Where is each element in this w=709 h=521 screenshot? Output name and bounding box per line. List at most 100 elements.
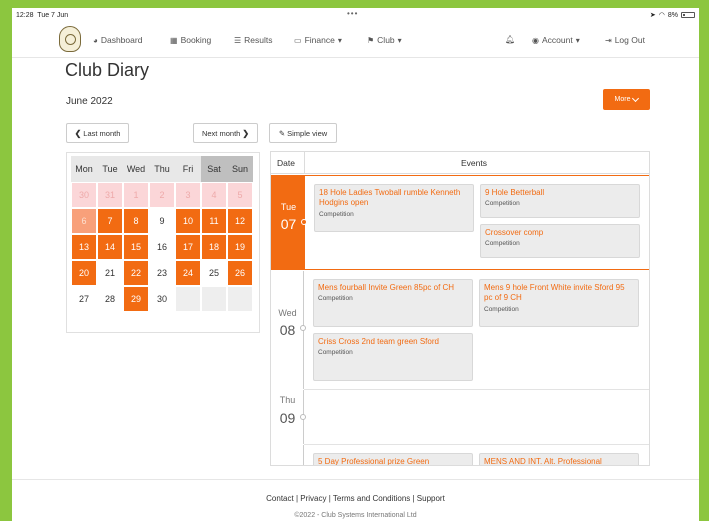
weekday-label: Thu <box>279 395 296 405</box>
caret-down-icon: ▾ <box>397 35 402 45</box>
nav-booking-label: Booking <box>180 35 212 45</box>
calendar-day[interactable]: 31 <box>97 182 123 208</box>
nav-dashboard[interactable]: ◕ Dashboard <box>93 35 142 45</box>
calendar-day[interactable]: 1 <box>123 182 149 208</box>
next-month-label: Next month <box>201 128 241 138</box>
weekday-label: Tue <box>280 202 297 212</box>
footer-copyright: ©2022 - Club Systems International Ltd <box>294 512 417 519</box>
nav-logout[interactable]: ⇥ Log Out <box>605 35 645 45</box>
footer-privacy-link[interactable]: Privacy <box>300 494 326 503</box>
calendar-day[interactable]: 23 <box>149 260 175 286</box>
simple-view-button[interactable]: ✎ Simple view <box>269 123 337 143</box>
event-title: Crossover comp <box>485 228 544 237</box>
pencil-icon: ✎ <box>278 128 286 138</box>
day-row: 5 Day Professional prize Green MENS AND … <box>271 445 649 466</box>
last-month-label: Last month <box>83 128 121 138</box>
calendar-day[interactable]: 12 <box>227 208 253 234</box>
calendar-day[interactable]: 19 <box>227 234 253 260</box>
top-navbar: ◕ Dashboard ▦ Booking ☰ Results ▭ Financ… <box>12 22 699 58</box>
nav-results[interactable]: ☰ Results <box>234 35 273 45</box>
event-card[interactable]: Mens fourball Invite Green 85pc of CH Co… <box>313 279 473 327</box>
calendar-day[interactable]: 14 <box>97 234 123 260</box>
simple-view-label: Simple view <box>287 128 328 138</box>
day-row: Thu 09 <box>271 390 649 444</box>
event-card[interactable]: Criss Cross 2nd team green Sford Competi… <box>313 333 473 381</box>
timeline-dot <box>300 325 306 331</box>
event-card[interactable]: 9 Hole Betterball Competition <box>480 184 640 218</box>
timeline-dot <box>301 219 307 225</box>
nav-account[interactable]: ◉ Account ▾ <box>532 35 580 45</box>
calendar-day[interactable]: 20 <box>71 260 97 286</box>
event-card[interactable]: Crossover comp Competition <box>480 224 640 258</box>
event-category: Competition <box>485 240 520 248</box>
calendar-day[interactable]: 5 <box>227 182 253 208</box>
status-right: ➤ ◠ 8% <box>650 11 695 19</box>
nav-finance-label: Finance <box>304 35 335 45</box>
calendar-day[interactable]: 22 <box>123 260 149 286</box>
calendar-day[interactable]: 27 <box>71 286 97 312</box>
events-table-header: Date Events <box>271 152 649 174</box>
chevron-left-icon: ❮ <box>74 128 82 138</box>
nav-dashboard-label: Dashboard <box>100 35 143 45</box>
more-dropdown-button[interactable]: More <box>603 89 650 110</box>
calendar-day[interactable]: 24 <box>175 260 201 286</box>
footer-terms-link[interactable]: Terms and Conditions <box>333 494 410 503</box>
caret-down-icon: ▾ <box>575 35 580 45</box>
nav-booking[interactable]: ▦ Booking <box>170 35 211 45</box>
multitask-dots[interactable]: ••• <box>347 9 358 18</box>
calendar-day[interactable]: 25 <box>201 260 227 286</box>
credit-card-icon: ▭ <box>294 35 302 45</box>
page-title: Club Diary <box>65 60 150 80</box>
nav-club-label: Club <box>377 35 395 45</box>
last-month-button[interactable]: ❮ Last month <box>66 123 129 143</box>
next-month-button[interactable]: Next month ❯ <box>193 123 258 143</box>
calendar-day[interactable]: 30 <box>71 182 97 208</box>
battery-percent: 8% <box>667 11 678 19</box>
calendar-day[interactable]: 13 <box>71 234 97 260</box>
event-card[interactable]: 5 Day Professional prize Green <box>313 453 473 465</box>
footer-contact-link[interactable]: Contact <box>266 494 294 503</box>
calendar-day[interactable]: 21 <box>97 260 123 286</box>
calendar-day[interactable]: 3 <box>175 182 201 208</box>
calendar-day[interactable]: 30 <box>149 286 175 312</box>
calendar-day[interactable]: 4 <box>201 182 227 208</box>
calendar-day[interactable]: 2 <box>149 182 175 208</box>
event-card[interactable]: 18 Hole Ladies Twoball rumble Kenneth Ho… <box>314 184 474 232</box>
status-time: 12:28 <box>16 11 34 19</box>
chevron-right-icon: ❯ <box>242 128 250 138</box>
nav-finance[interactable]: ▭ Finance ▾ <box>294 35 342 45</box>
calendar-day[interactable]: 18 <box>201 234 227 260</box>
calendar-day[interactable]: 7 <box>97 208 123 234</box>
calendar-weekday-header: Mon <box>71 156 97 182</box>
calendar-day[interactable]: 9 <box>149 208 175 234</box>
calendar-day[interactable]: 17 <box>175 234 201 260</box>
nav-logout-label: Log Out <box>614 35 645 45</box>
calendar-day[interactable]: 26 <box>227 260 253 286</box>
event-title: 18 Hole Ladies Twoball rumble Kenneth Ho… <box>319 188 461 208</box>
club-crest-logo[interactable] <box>59 26 81 52</box>
calendar-day[interactable]: 16 <box>149 234 175 260</box>
header-divider <box>304 152 305 174</box>
calendar-day[interactable]: 29 <box>123 286 149 312</box>
bell-icon: 🔔︎ <box>505 35 516 44</box>
calendar-weekday-header: Tue <box>97 156 123 182</box>
day-row-today: Tue 07 18 Hole Ladies Twoball rumble Ken… <box>271 175 649 270</box>
calendar-day[interactable]: 10 <box>175 208 201 234</box>
event-title: MENS AND INT. Alt. Professional <box>484 457 602 466</box>
calendar-day[interactable]: 15 <box>123 234 149 260</box>
event-card[interactable]: Mens 9 hole Front White invite Sford 95 … <box>479 279 639 327</box>
calendar-day[interactable]: 11 <box>201 208 227 234</box>
calendar-day[interactable]: 8 <box>123 208 149 234</box>
list-icon: ☰ <box>234 35 242 45</box>
event-category: Competition <box>318 349 353 357</box>
day-number: 08 <box>279 322 296 338</box>
event-card[interactable]: MENS AND INT. Alt. Professional <box>479 453 639 466</box>
nav-club[interactable]: ⚑ Club ▾ <box>367 35 402 45</box>
event-title: 9 Hole Betterball <box>485 188 545 197</box>
notifications-button[interactable]: 🔔︎ <box>505 35 515 44</box>
calendar-day[interactable]: 6 <box>71 208 97 234</box>
footer-support-link[interactable]: Support <box>417 494 445 503</box>
date-column-header: Date <box>277 158 295 168</box>
calendar-day[interactable]: 28 <box>97 286 123 312</box>
logout-icon: ⇥ <box>605 35 612 45</box>
